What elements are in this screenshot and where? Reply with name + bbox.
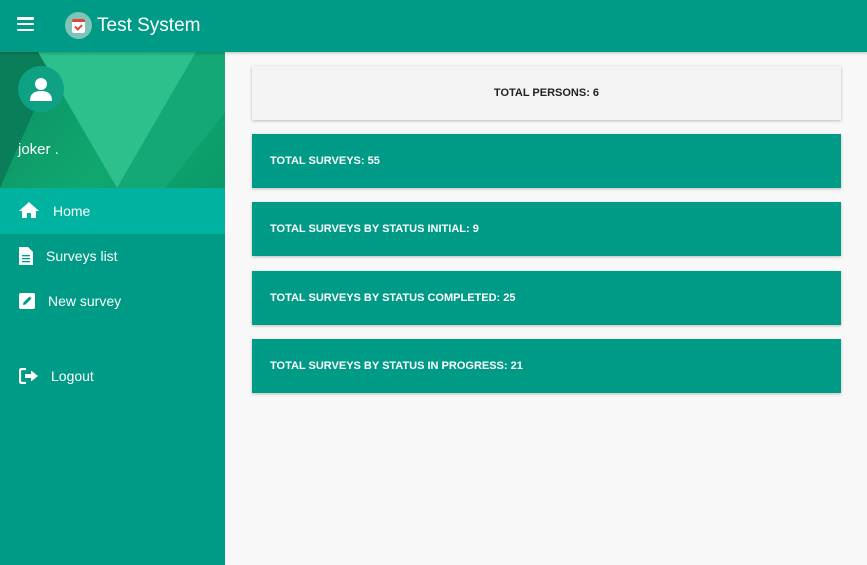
stat-text: TOTAL SURVEYS BY STATUS IN PROGRESS: 21 [270, 360, 523, 372]
avatar[interactable] [18, 66, 64, 112]
sidebar-item-logout[interactable]: Logout [0, 353, 225, 399]
home-icon [18, 201, 40, 219]
sidebar: joker . Home Surveys list New survey Log… [0, 52, 225, 565]
stat-card-total-surveys: TOTAL SURVEYS: 55 [252, 134, 841, 188]
sidebar-item-label: New survey [48, 293, 122, 309]
document-icon [19, 247, 33, 265]
stat-text: TOTAL SURVEYS BY STATUS INITIAL: 9 [270, 223, 479, 235]
sidebar-item-new-survey[interactable]: New survey [0, 278, 225, 324]
stat-text: TOTAL PERSONS: 6 [493, 87, 600, 99]
checklist-logo-icon [65, 12, 92, 39]
stat-text: TOTAL SURVEYS: 55 [270, 155, 380, 167]
user-name: joker . [18, 141, 59, 158]
main-content: TOTAL PERSONS: 6 TOTAL SURVEYS: 55 TOTAL… [225, 52, 867, 565]
app-title: Test System [97, 15, 201, 36]
stat-card-status-completed: TOTAL SURVEYS BY STATUS COMPLETED: 25 [252, 271, 841, 325]
top-app-bar: Test System [0, 0, 867, 52]
sidebar-item-label: Logout [51, 368, 94, 384]
profile-header: joker . [0, 52, 225, 188]
stat-card-total-persons: TOTAL PERSONS: 6 [252, 66, 841, 120]
stat-card-status-initial: TOTAL SURVEYS BY STATUS INITIAL: 9 [252, 202, 841, 256]
sidebar-item-label: Surveys list [46, 248, 118, 264]
logout-icon [19, 368, 39, 384]
edit-icon [19, 293, 35, 309]
stat-card-status-in-progress: TOTAL SURVEYS BY STATUS IN PROGRESS: 21 [252, 339, 841, 393]
sidebar-item-label: Home [53, 203, 91, 219]
stat-text: TOTAL SURVEYS BY STATUS COMPLETED: 25 [270, 292, 516, 304]
user-avatar-icon [30, 78, 52, 101]
sidebar-item-home[interactable]: Home [0, 188, 225, 234]
sidebar-item-surveys-list[interactable]: Surveys list [0, 233, 225, 279]
hamburger-menu-icon[interactable] [17, 17, 34, 31]
